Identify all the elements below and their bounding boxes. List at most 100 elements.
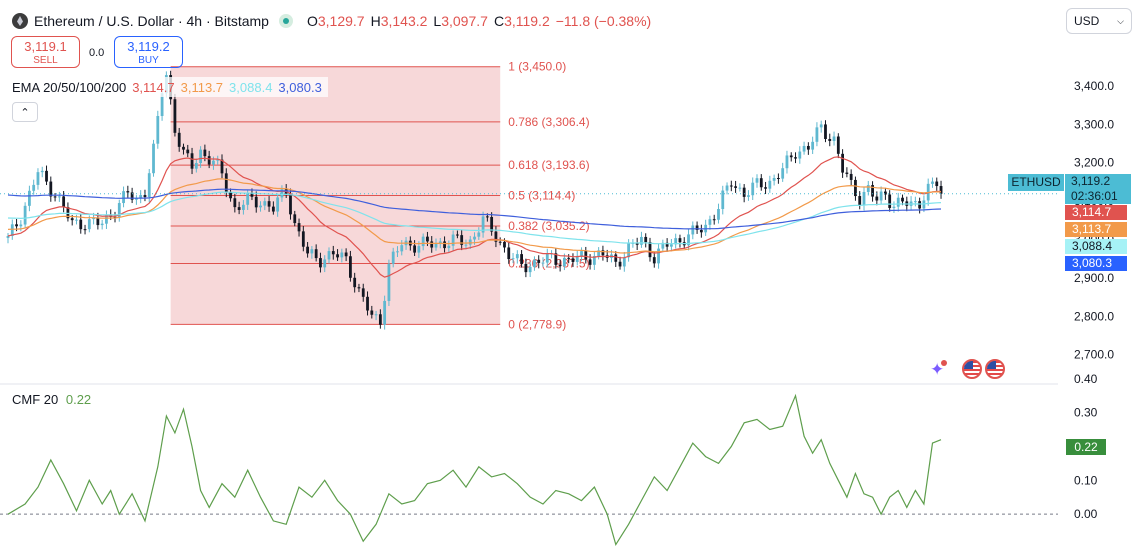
candle-body (271, 206, 275, 212)
candle-body (759, 178, 763, 188)
buy-button[interactable]: 3,119.2 BUY (114, 36, 183, 68)
candle-body (935, 181, 939, 187)
candle-body (836, 136, 840, 154)
ema-legend[interactable]: EMA 20/50/100/200 3,114.7 3,113.7 3,088.… (12, 77, 328, 97)
candle-body (212, 160, 215, 165)
candle (879, 186, 883, 205)
candle (691, 221, 695, 240)
spread-value: 0.0 (89, 47, 105, 59)
candle-body (438, 241, 442, 243)
candle-body (207, 156, 211, 165)
candle-body (515, 254, 519, 259)
ema-legend-label: EMA 20/50/100/200 (12, 79, 127, 95)
price-tick-label: 2,800.0 (1074, 309, 1114, 323)
candle-body (353, 277, 357, 288)
candle-body (913, 201, 917, 203)
candle (28, 185, 31, 212)
candle (759, 174, 763, 191)
candle-body (879, 191, 883, 201)
candle-body (349, 256, 352, 278)
candle-body (811, 141, 815, 150)
candle-body (888, 194, 892, 208)
buy-label: BUY (138, 55, 159, 66)
candle-body (49, 181, 53, 197)
candle (811, 136, 815, 155)
candle-body (203, 149, 207, 157)
candle-body (806, 145, 810, 150)
candle-body (725, 185, 729, 191)
candle-body (670, 244, 673, 247)
candle-body (648, 242, 652, 258)
candle-body (417, 246, 421, 253)
candle (764, 181, 767, 195)
candle-body (849, 173, 853, 180)
ohlc-close-label: C (493, 13, 505, 29)
currency-label: USD (1074, 14, 1100, 28)
candle-body (918, 201, 922, 209)
candle-body (194, 162, 198, 169)
us-flag-icon[interactable] (962, 359, 982, 379)
candle (781, 162, 785, 182)
symbol-header: Ethereum / U.S. Dollar · 4h · Bitstamp O… (12, 10, 651, 32)
candle-body (57, 196, 61, 198)
cmf-legend[interactable]: CMF 20 0.22 (12, 392, 91, 407)
candle-body (678, 238, 682, 243)
ohlc-low-label: L (433, 13, 442, 29)
candle (670, 238, 673, 252)
candle (652, 251, 656, 268)
candle-body (875, 196, 879, 201)
sell-button[interactable]: 3,119.1 SELL (11, 36, 80, 68)
us-flag-icon[interactable] (985, 359, 1005, 379)
candle-body (841, 153, 844, 173)
candle (19, 220, 23, 232)
fib-level-label: 0.5 (3,114.4) (508, 189, 575, 203)
ohlc-close-value: 3,119.2 (504, 13, 550, 29)
candle-body (126, 191, 130, 193)
candle-body (451, 234, 455, 246)
candle (122, 186, 125, 208)
candle-body (387, 263, 391, 301)
candle (913, 196, 917, 207)
currency-select[interactable]: USD ⌵ (1066, 8, 1132, 34)
candle (712, 214, 716, 225)
candle-body (323, 259, 327, 268)
price-tick-label: 3,200.0 (1074, 156, 1114, 170)
candle (105, 210, 108, 229)
candle-body (383, 300, 387, 325)
candle (699, 224, 703, 238)
symbol-title[interactable]: Ethereum / U.S. Dollar · 4h · Bitstamp (34, 13, 269, 29)
current-price-tag: 3,119.2 02:36:01 (1065, 174, 1131, 204)
candle (708, 215, 712, 230)
candle-body (768, 180, 772, 189)
candle-body (580, 251, 583, 256)
candle (601, 245, 605, 261)
candle-body (314, 249, 318, 259)
cmf-tick-label: 0.40 (1074, 372, 1098, 386)
candle (695, 221, 699, 234)
candle (931, 177, 934, 188)
fib-level-label: 0.786 (3,306.4) (508, 115, 589, 129)
candle-body (263, 201, 267, 206)
ema-50-value: 3,113.7 (180, 79, 224, 95)
candle (871, 181, 874, 202)
candle-body (70, 218, 74, 221)
candle-body (571, 258, 575, 262)
candle-body (828, 138, 832, 141)
candle-body (845, 172, 849, 174)
price-tick-label: 3,400.0 (1074, 79, 1114, 93)
candle-body (691, 225, 695, 235)
candle-body (464, 244, 468, 246)
candle (768, 175, 772, 193)
candle-body (473, 236, 476, 240)
candle-body (447, 245, 451, 249)
price-pane[interactable]: 1 (3,450.0) 0.786 (3,306.4) 0.618 (3,193.6… (0, 60, 1058, 385)
candle-body (45, 170, 48, 182)
candle-body (520, 254, 523, 264)
candle-body (485, 216, 489, 218)
collapse-legend-button[interactable]: ⌃ (12, 102, 38, 122)
cmf-pane[interactable] (0, 393, 1058, 547)
cmf-tick-label: 0.10 (1074, 473, 1098, 487)
fib-level-label: 0.382 (3,035.2) (508, 219, 589, 233)
candle-body (627, 243, 630, 258)
sparkle-idea-icon[interactable]: ✦ (930, 360, 948, 380)
